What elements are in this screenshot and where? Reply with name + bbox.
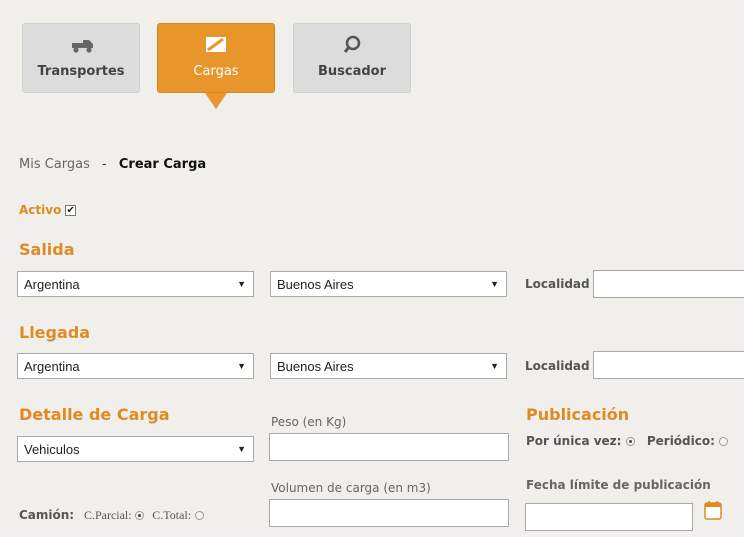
parcial-label: C.Parcial: — [83, 508, 132, 522]
llegada-country-value: Argentina — [24, 359, 80, 374]
publicacion-radio-row: Por única vez: Periódico: — [526, 434, 729, 448]
tab-label: Transportes — [37, 64, 125, 79]
fecha-label: Fecha límite de publicación — [526, 478, 711, 492]
tab-label: Cargas — [193, 64, 239, 79]
tab-cargas[interactable]: Cargas — [157, 23, 275, 93]
truck-icon — [23, 34, 139, 56]
breadcrumb: Mis Cargas - Crear Carga — [19, 157, 206, 172]
active-tab-pointer — [205, 93, 227, 109]
cargo-type-select[interactable]: Vehiculos ▼ — [17, 436, 254, 462]
chevron-down-icon: ▼ — [237, 361, 246, 371]
llegada-country-select[interactable]: Argentina ▼ — [17, 353, 254, 379]
total-radio[interactable] — [194, 511, 204, 520]
peso-label: Peso (en Kg) — [271, 415, 347, 429]
breadcrumb-separator: - — [102, 157, 107, 172]
chevron-down-icon: ▼ — [237, 279, 246, 289]
salida-province-value: Buenos Aires — [277, 277, 354, 292]
salida-country-select[interactable]: Argentina ▼ — [17, 271, 254, 297]
calendar-icon[interactable] — [704, 500, 722, 520]
cargo-type-value: Vehiculos — [24, 442, 80, 457]
publicacion-title: Publicación — [526, 405, 630, 424]
chevron-down-icon: ▼ — [490, 279, 499, 289]
llegada-locality-label: Localidad — [525, 359, 590, 373]
chevron-down-icon: ▼ — [490, 361, 499, 371]
salida-locality-label: Localidad — [525, 277, 590, 291]
salida-locality-input[interactable] — [593, 270, 744, 298]
salida-title: Salida — [19, 240, 75, 259]
activo-checkbox[interactable]: ✔ — [65, 205, 77, 216]
tab-label: Buscador — [317, 64, 387, 79]
total-label: C.Total: — [152, 508, 192, 522]
parcial-radio[interactable] — [135, 511, 145, 520]
llegada-province-select[interactable]: Buenos Aires ▼ — [270, 353, 507, 379]
activo-label: Activo — [19, 203, 62, 217]
chevron-down-icon: ▼ — [237, 444, 246, 454]
fecha-input[interactable] — [525, 503, 693, 531]
volumen-label: Volumen de carga (en m3) — [271, 481, 431, 495]
unica-label: Por única vez: — [526, 434, 622, 448]
llegada-province-value: Buenos Aires — [277, 359, 354, 374]
cargo-icon — [158, 34, 274, 56]
llegada-locality-input[interactable] — [593, 351, 744, 379]
salida-country-value: Argentina — [24, 277, 80, 292]
periodico-label: Periódico: — [646, 434, 715, 448]
camion-row: Camión: C.Parcial: C.Total: — [19, 508, 204, 523]
unica-radio[interactable] — [625, 437, 635, 446]
activo-row: Activo ✔ — [19, 203, 77, 217]
tab-buscador[interactable]: Buscador — [293, 23, 411, 93]
camion-label: Camión: — [19, 508, 75, 522]
salida-province-select[interactable]: Buenos Aires ▼ — [270, 271, 507, 297]
detalle-title: Detalle de Carga — [19, 405, 170, 424]
peso-input[interactable] — [269, 433, 509, 461]
search-icon — [294, 34, 410, 56]
tab-transportes[interactable]: Transportes — [22, 23, 140, 93]
periodico-radio[interactable] — [719, 437, 729, 446]
volumen-input[interactable] — [269, 499, 509, 527]
breadcrumb-mis-cargas[interactable]: Mis Cargas — [19, 157, 90, 172]
breadcrumb-current: Crear Carga — [118, 157, 207, 172]
llegada-title: Llegada — [19, 323, 91, 342]
